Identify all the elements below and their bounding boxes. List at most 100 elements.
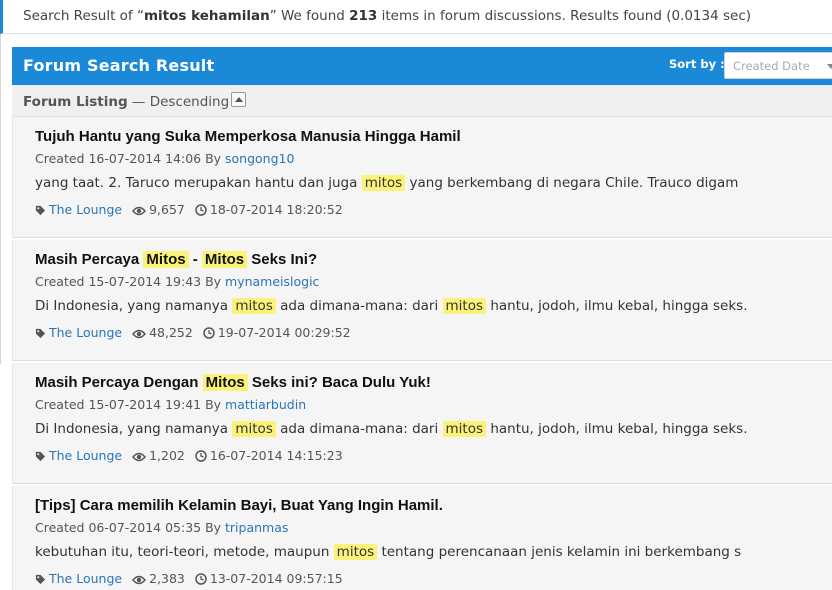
result-stats: The Lounge 9,657 18-07-2014 18:20:52 [35, 201, 353, 217]
result-snippet: Di Indonesia, yang namanya mitos ada dim… [35, 298, 747, 314]
snippet-highlight: mitos [232, 421, 276, 437]
views-value: 9,657 [149, 202, 185, 217]
snippet-text: tentang perencanaan jenis kelamin ini be… [377, 544, 742, 560]
result-title[interactable]: [Tips] Cara memilih Kelamin Bayi, Buat Y… [35, 497, 443, 514]
result-item: Tujuh Hantu yang Suka Memperkosa Manusia… [12, 117, 832, 238]
view-count: 9,657 [132, 202, 185, 217]
collapse-button[interactable] [231, 92, 246, 107]
result-stats: The Lounge 2,383 13-07-2014 09:57:15 [35, 570, 353, 586]
author-link[interactable]: mynameislogic [225, 274, 319, 289]
tag-icon [35, 571, 49, 586]
view-count: 2,383 [132, 571, 185, 586]
title-highlight: Mitos [143, 251, 189, 268]
sort-select[interactable]: Created Date [724, 52, 832, 79]
eye-icon [132, 325, 149, 340]
by-label: By [201, 151, 226, 166]
created-date: 16-07-2014 14:06 [88, 151, 202, 166]
forum-tag[interactable]: The Lounge [35, 325, 122, 340]
views-value: 48,252 [149, 325, 193, 340]
by-label: By [201, 397, 226, 412]
tag-icon [35, 202, 49, 217]
snippet-highlight: mitos [361, 175, 406, 191]
sort-label: Sort by : [669, 57, 725, 71]
clock-icon [195, 202, 210, 217]
forum-link[interactable]: The Lounge [49, 325, 122, 340]
forum-link[interactable]: The Lounge [49, 448, 122, 463]
chevron-down-icon [827, 64, 832, 69]
last-post-time: 13-07-2014 09:57:15 [195, 571, 343, 586]
tag-icon [35, 448, 49, 463]
forum-link[interactable]: The Lounge [49, 571, 122, 586]
by-label: By [201, 520, 226, 535]
snippet-text: hantu, jodoh, ilmu kebal, hingga seks. [486, 421, 748, 437]
title-text: Masih Percaya [35, 251, 144, 268]
result-title-link[interactable]: Tujuh Hantu yang Suka Memperkosa Manusia… [35, 128, 461, 145]
created-label: Created [35, 520, 89, 535]
view-count: 48,252 [132, 325, 193, 340]
snippet-text: ada dimana-mana: dari [275, 421, 443, 437]
result-title-link[interactable]: Masih Percaya Dengan Mitos Seks ini? Bac… [35, 374, 431, 391]
result-snippet: Di Indonesia, yang namanya mitos ada dim… [35, 421, 747, 437]
result-title[interactable]: Tujuh Hantu yang Suka Memperkosa Manusia… [35, 128, 461, 145]
title-text: Tujuh Hantu yang Suka Memperkosa Manusia… [35, 128, 461, 145]
created-date: 06-07-2014 05:35 [88, 520, 202, 535]
result-snippet: kebutuhan itu, teori-teori, metode, maup… [35, 544, 741, 560]
forum-tag[interactable]: The Lounge [35, 571, 122, 586]
title-text: Masih Percaya Dengan [35, 374, 203, 391]
last-post-time: 16-07-2014 14:15:23 [195, 448, 343, 463]
listing-label: Forum Listing [23, 94, 128, 110]
snippet-text: hantu, jodoh, ilmu kebal, hingga seks. [486, 298, 748, 314]
snippet-text: yang taat. 2. Taruco merupakan hantu dan… [35, 175, 362, 191]
sort-selected-value: Created Date [733, 59, 810, 73]
created-date: 15-07-2014 19:41 [88, 397, 202, 412]
forum-search-header: Forum Search Result Sort by : Created Da… [12, 47, 832, 85]
last-post-time: 19-07-2014 00:29:52 [203, 325, 351, 340]
snippet-highlight: mitos [442, 421, 487, 437]
by-label: By [201, 274, 226, 289]
eye-icon [132, 571, 149, 586]
tag-icon [35, 325, 49, 340]
forum-tag[interactable]: The Lounge [35, 202, 122, 217]
created-label: Created [35, 397, 89, 412]
created-label: Created [35, 151, 89, 166]
clock-icon [195, 571, 210, 586]
forum-tag[interactable]: The Lounge [35, 448, 122, 463]
last-post-time: 18-07-2014 18:20:52 [195, 202, 343, 217]
result-title-link[interactable]: [Tips] Cara memilih Kelamin Bayi, Buat Y… [35, 497, 443, 514]
result-meta: Created 06-07-2014 05:35 By tripanmas [35, 520, 288, 535]
snippet-highlight: mitos [232, 298, 276, 314]
snippet-text: Di Indonesia, yang namanya [35, 421, 233, 437]
search-query: mitos kehamilan [143, 8, 270, 24]
views-value: 1,202 [149, 448, 185, 463]
result-title[interactable]: Masih Percaya Dengan Mitos Seks ini? Bac… [35, 374, 431, 391]
result-title-link[interactable]: Masih Percaya Mitos - Mitos Seks Ini? [35, 251, 317, 268]
snippet-text: yang berkembang di negara Chile. Trauco … [405, 175, 739, 191]
author-link[interactable]: tripanmas [225, 520, 288, 535]
snippet-text: kebutuhan itu, teori-teori, metode, maup… [35, 544, 334, 560]
summary-suffix: items in forum discussions. Results foun… [377, 8, 752, 24]
title-highlight: Mitos [201, 251, 248, 268]
result-meta: Created 16-07-2014 14:06 By songong10 [35, 151, 294, 166]
result-title[interactable]: Masih Percaya Mitos - Mitos Seks Ini? [35, 251, 317, 268]
author-link[interactable]: mattiarbudin [225, 397, 306, 412]
eye-icon [132, 448, 149, 463]
last-post-value: 16-07-2014 14:15:23 [209, 448, 343, 463]
result-item: Masih Percaya Mitos - Mitos Seks Ini? Cre… [12, 240, 832, 361]
forum-listing-bar: Forum Listing — Descending [12, 85, 832, 117]
eye-icon [132, 202, 149, 217]
created-date: 15-07-2014 19:43 [88, 274, 202, 289]
snippet-text: ada dimana-mana: dari [275, 298, 443, 314]
title-text: Seks ini? Baca Dulu Yuk! [247, 374, 431, 391]
last-post-value: 13-07-2014 09:57:15 [209, 571, 343, 586]
result-count: 213 [349, 8, 378, 24]
result-snippet: yang taat. 2. Taruco merupakan hantu dan… [35, 175, 738, 191]
forum-link[interactable]: The Lounge [49, 202, 122, 217]
result-item: Masih Percaya Dengan Mitos Seks ini? Bac… [12, 363, 832, 484]
author-link[interactable]: songong10 [225, 151, 294, 166]
chevron-up-icon [235, 97, 243, 102]
clock-icon [195, 448, 210, 463]
result-item: [Tips] Cara memilih Kelamin Bayi, Buat Y… [12, 486, 832, 590]
snippet-highlight: mitos [333, 544, 378, 560]
listing-order: Descending [149, 94, 230, 110]
result-meta: Created 15-07-2014 19:43 By mynameislogi… [35, 274, 319, 289]
